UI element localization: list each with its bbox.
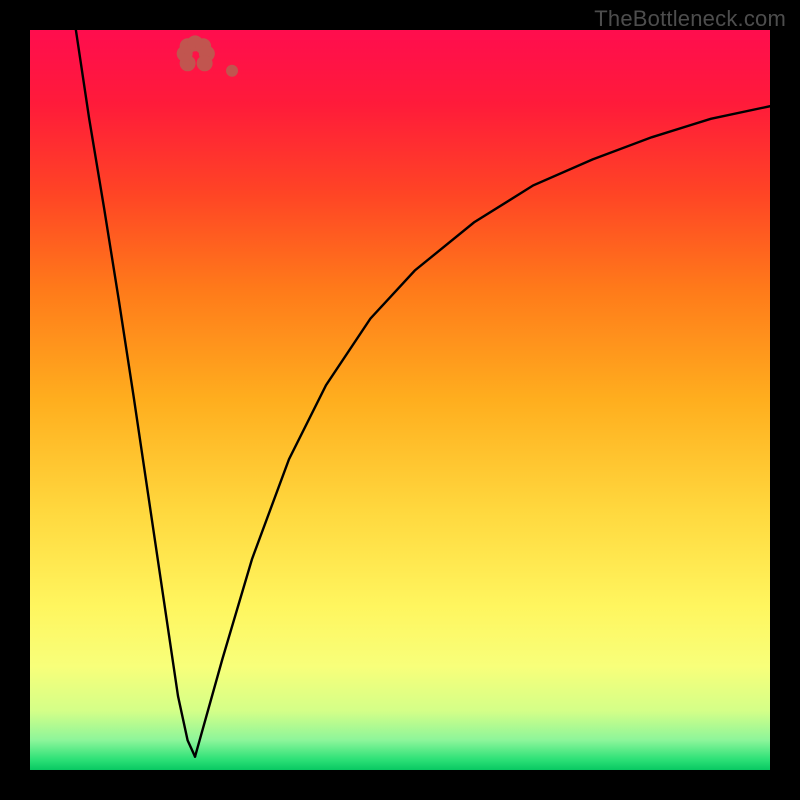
optimum-markers [177,35,238,76]
watermark-text: TheBottleneck.com [594,6,786,32]
marker-dot [197,55,213,71]
plot-area [30,30,770,770]
curves-layer [30,30,770,770]
left-curve [76,30,195,757]
chart-frame: TheBottleneck.com [0,0,800,800]
marker-dot [226,65,238,77]
right-curve [195,106,770,756]
